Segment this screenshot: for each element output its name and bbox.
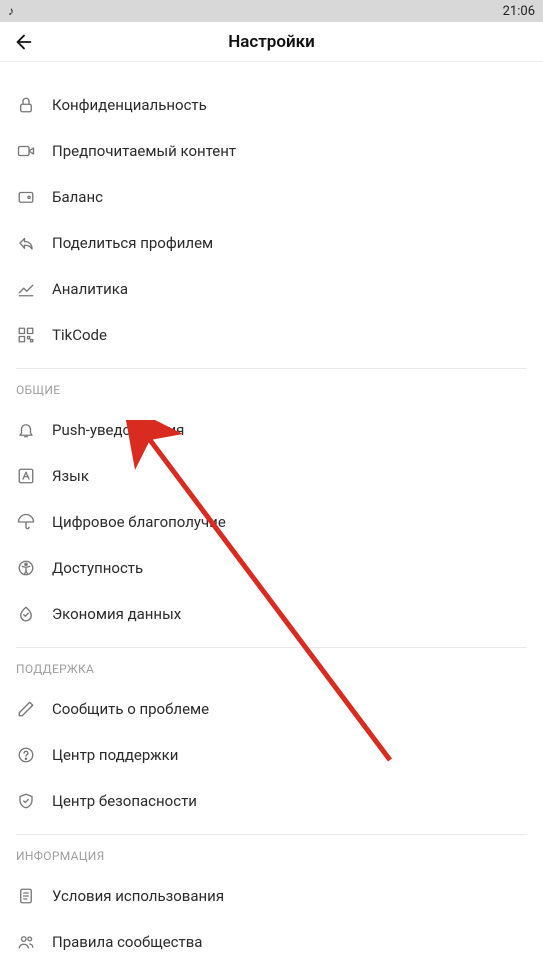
- umbrella-icon: [16, 512, 36, 532]
- section-header-general: ОБЩИЕ: [0, 369, 543, 407]
- settings-item-community-guidelines[interactable]: Правила сообщества: [0, 919, 543, 962]
- status-bar: ♪ 21:06: [0, 0, 543, 22]
- page-title: Настройки: [228, 32, 315, 52]
- settings-item-label: Аналитика: [52, 280, 128, 298]
- settings-item-help-center[interactable]: Центр поддержки: [0, 732, 543, 778]
- settings-item-data-saver[interactable]: Экономия данных: [0, 591, 543, 637]
- language-icon: [16, 466, 36, 486]
- settings-item-push-notifications[interactable]: Push-уведомления: [0, 407, 543, 453]
- wallet-icon: [16, 187, 36, 207]
- accessibility-icon: [16, 558, 36, 578]
- settings-item-label: Язык: [52, 467, 89, 485]
- settings-item-label: Цифровое благополучие: [52, 513, 226, 531]
- settings-item-label: Баланс: [52, 188, 103, 206]
- settings-item-balance[interactable]: Баланс: [0, 174, 543, 220]
- settings-item-label: Предпочитаемый контент: [52, 142, 236, 160]
- shield-icon: [16, 791, 36, 811]
- settings-scroll-content[interactable]: Конфиденциальность Предпочитаемый контен…: [0, 62, 543, 962]
- qrcode-icon: [16, 325, 36, 345]
- header-bar: Настройки: [0, 22, 543, 62]
- analytics-icon: [16, 279, 36, 299]
- help-icon: [16, 745, 36, 765]
- settings-item-safety-center[interactable]: Центр безопасности: [0, 778, 543, 824]
- pencil-icon: [16, 699, 36, 719]
- section-header-info: ИНФОРМАЦИЯ: [0, 835, 543, 873]
- section-header-support: ПОДДЕРЖКА: [0, 648, 543, 686]
- settings-item-terms[interactable]: Условия использования: [0, 873, 543, 919]
- bell-icon: [16, 420, 36, 440]
- settings-item-share-profile[interactable]: Поделиться профилем: [0, 220, 543, 266]
- settings-item-privacy[interactable]: Конфиденциальность: [0, 82, 543, 128]
- settings-item-analytics[interactable]: Аналитика: [0, 266, 543, 312]
- document-icon: [16, 886, 36, 906]
- settings-item-label: Сообщить о проблеме: [52, 700, 209, 718]
- settings-item-report-problem[interactable]: Сообщить о проблеме: [0, 686, 543, 732]
- settings-item-label: TikCode: [52, 326, 107, 344]
- settings-item-label: Поделиться профилем: [52, 234, 213, 252]
- data-saver-icon: [16, 604, 36, 624]
- settings-item-label: Экономия данных: [52, 605, 181, 623]
- settings-item-label: Центр поддержки: [52, 746, 178, 764]
- lock-icon: [16, 95, 36, 115]
- settings-item-label: Конфиденциальность: [52, 96, 207, 114]
- settings-item-label: Условия использования: [52, 887, 224, 905]
- settings-item-digital-wellbeing[interactable]: Цифровое благополучие: [0, 499, 543, 545]
- settings-item-label: Центр безопасности: [52, 792, 197, 810]
- settings-item-preferred-content[interactable]: Предпочитаемый контент: [0, 128, 543, 174]
- settings-item-label: Push-уведомления: [52, 421, 184, 439]
- back-button[interactable]: [12, 30, 36, 54]
- settings-item-tikcode[interactable]: TikCode: [0, 312, 543, 358]
- settings-item-label: Правила сообщества: [52, 933, 202, 951]
- settings-item-label: Доступность: [52, 559, 143, 577]
- back-arrow-icon: [13, 31, 35, 53]
- settings-item-language[interactable]: Язык: [0, 453, 543, 499]
- settings-item-accessibility[interactable]: Доступность: [0, 545, 543, 591]
- status-time: 21:06: [503, 4, 535, 19]
- people-icon: [16, 932, 36, 952]
- tiktok-status-icon: ♪: [8, 4, 14, 18]
- share-icon: [16, 233, 36, 253]
- video-icon: [16, 141, 36, 161]
